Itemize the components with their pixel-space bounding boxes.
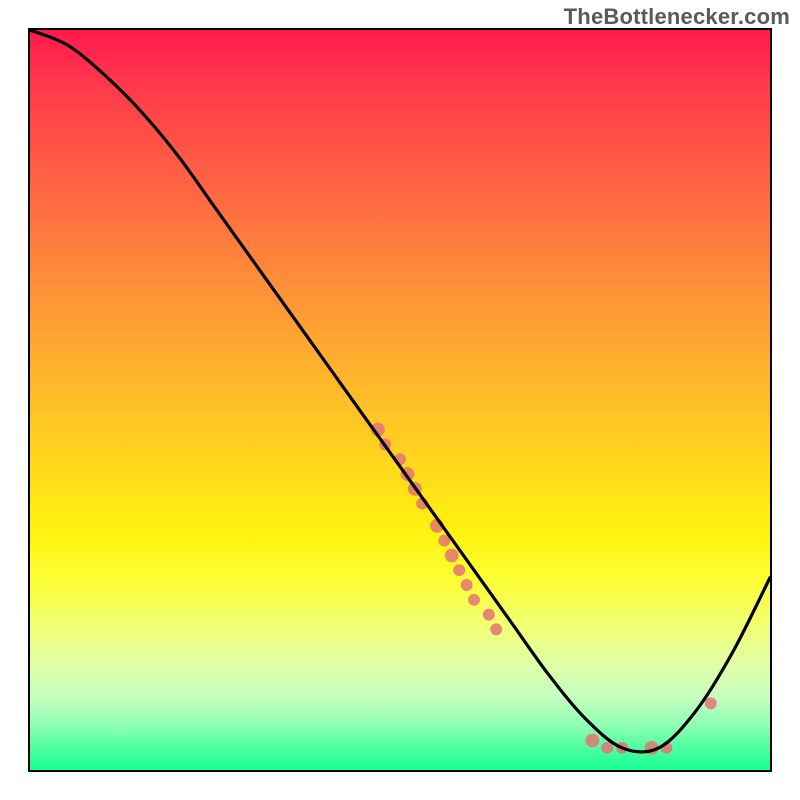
scatter-point	[483, 609, 495, 621]
watermark-label: TheBottlenecker.com	[564, 4, 790, 30]
scatter-point	[461, 579, 473, 591]
scatter-point	[468, 594, 480, 606]
scatter-point	[705, 697, 717, 709]
scatter-point	[490, 623, 502, 635]
bottleneck-curve	[30, 30, 770, 752]
chart-overlay-svg	[30, 30, 770, 770]
scatter-point	[453, 564, 465, 576]
scatter-point	[445, 548, 459, 562]
plot-area	[28, 28, 772, 772]
scatter-points	[371, 423, 717, 755]
scatter-point	[585, 733, 599, 747]
chart-frame: TheBottlenecker.com	[0, 0, 800, 800]
